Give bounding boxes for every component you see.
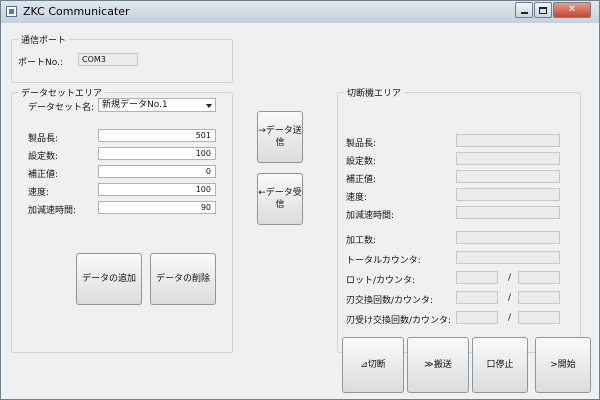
delete-data-button[interactable]: データの削除 [150,253,216,305]
cutter-correction-value [456,170,560,183]
length-input[interactable]: 501 [98,129,216,142]
minimize-icon [520,12,528,14]
cutter-field-label: 設定数: [346,157,377,167]
close-icon: ✕ [567,4,577,15]
title-bar: ZKC Communicater ✕ [1,1,599,23]
cutter-speed-value [456,188,560,201]
client-area: 通信ポート ポートNo.: COM3 データセットエリア データセット名: 新規… [5,23,595,397]
cutter-pair-label: 刃交換回数/カウンタ: [346,296,434,306]
cutter-set-count-value [456,152,560,165]
cutter-legend: 切断機エリア [344,86,405,99]
cut-button[interactable]: ⊿切断 [342,337,404,393]
set-count-input[interactable]: 100 [98,147,216,160]
stop-button[interactable]: 口停止 [472,337,528,393]
port-value: COM3 [78,53,138,66]
correction-input[interactable]: 0 [98,165,216,178]
cutter-field-label: 加減速時間: [346,211,395,221]
separator: / [508,313,512,323]
cutter-field-label: 加工数: [346,236,377,246]
chevron-down-icon [206,104,212,108]
cutter-field-label: 製品長: [346,139,377,149]
app-window: ZKC Communicater ✕ 通信ポート ポートNo.: COM3 デー… [0,0,600,400]
dataset-field-label: 製品長: [28,134,59,144]
minimize-button[interactable] [515,2,533,18]
blade-receiver-change-counter-value [518,311,560,324]
dataset-legend: データセットエリア [18,86,106,99]
cutter-field-label: 速度: [346,193,368,203]
cutter-processed-count-value [456,231,560,244]
maximize-icon [539,6,547,14]
cutter-group: 切断機エリア 製品長: 設定数: 補正値: 速度: 加減速時間: 加工数: トー… [337,86,581,353]
dataset-group: データセットエリア データセット名: 新規データNo.1 製品長: 501 設定… [11,86,233,353]
lot-value [456,271,498,284]
cutter-accel-time-value [456,206,560,219]
dataset-name-value: 新規データNo.1 [102,100,168,110]
dataset-field-label: 速度: [28,188,50,198]
separator: / [508,293,512,303]
accel-time-input[interactable]: 90 [98,201,216,214]
speed-input[interactable]: 100 [98,183,216,196]
cutter-field-label: トータルカウンタ: [346,256,421,266]
separator: / [508,273,512,283]
cutter-pair-label: ロット/カウンタ: [346,276,416,286]
cutter-length-value [456,134,560,147]
dataset-name-label: データセット名: [28,103,95,113]
app-icon [6,6,17,17]
blade-change-counter-value [518,291,560,304]
maximize-button[interactable] [534,2,552,18]
start-button[interactable]: >開始 [535,337,591,393]
lot-counter-value [518,271,560,284]
port-label: ポートNo.: [18,58,63,68]
dataset-field-label: 設定数: [28,152,59,162]
window-title: ZKC Communicater [23,5,130,18]
blade-receiver-change-count-value [456,311,498,324]
dataset-name-select[interactable]: 新規データNo.1 [98,98,216,112]
cutter-total-counter-value [456,251,560,264]
cutter-field-label: 補正値: [346,175,377,185]
send-data-button[interactable]: →データ送 信 [257,111,303,163]
add-data-button[interactable]: データの追加 [76,253,142,305]
dataset-field-label: 加減速時間: [28,206,77,216]
receive-data-button[interactable]: ←データ受 信 [257,173,303,225]
dataset-field-label: 補正値: [28,170,59,180]
comm-port-legend: 通信ポート [18,33,70,46]
comm-port-group: 通信ポート ポートNo.: COM3 [11,33,233,83]
blade-change-count-value [456,291,498,304]
feed-button[interactable]: ≫搬送 [407,337,469,393]
cutter-pair-label: 刃受け交換回数/カウンタ: [346,316,452,326]
close-button[interactable]: ✕ [553,2,591,18]
